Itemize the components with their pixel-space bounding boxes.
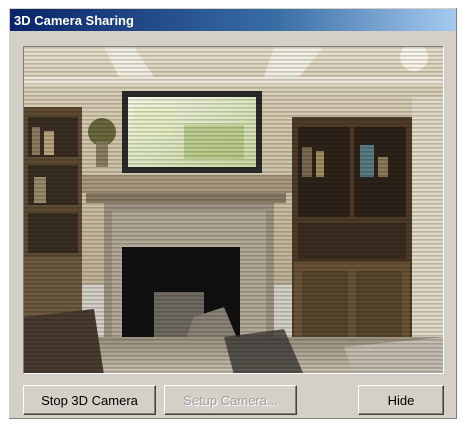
title-bar[interactable]: 3D Camera Sharing <box>10 9 456 31</box>
hide-button[interactable]: Hide <box>358 385 444 415</box>
stop-3d-camera-button[interactable]: Stop 3D Camera <box>23 385 156 415</box>
camera-feed-image <box>24 47 443 373</box>
camera-sharing-dialog: 3D Camera Sharing Stop 3D Camera Setup C… <box>8 7 458 420</box>
camera-video-feed <box>23 46 444 374</box>
setup-camera-button[interactable]: Setup Camera... <box>164 385 297 415</box>
window-title: 3D Camera Sharing <box>14 12 134 28</box>
